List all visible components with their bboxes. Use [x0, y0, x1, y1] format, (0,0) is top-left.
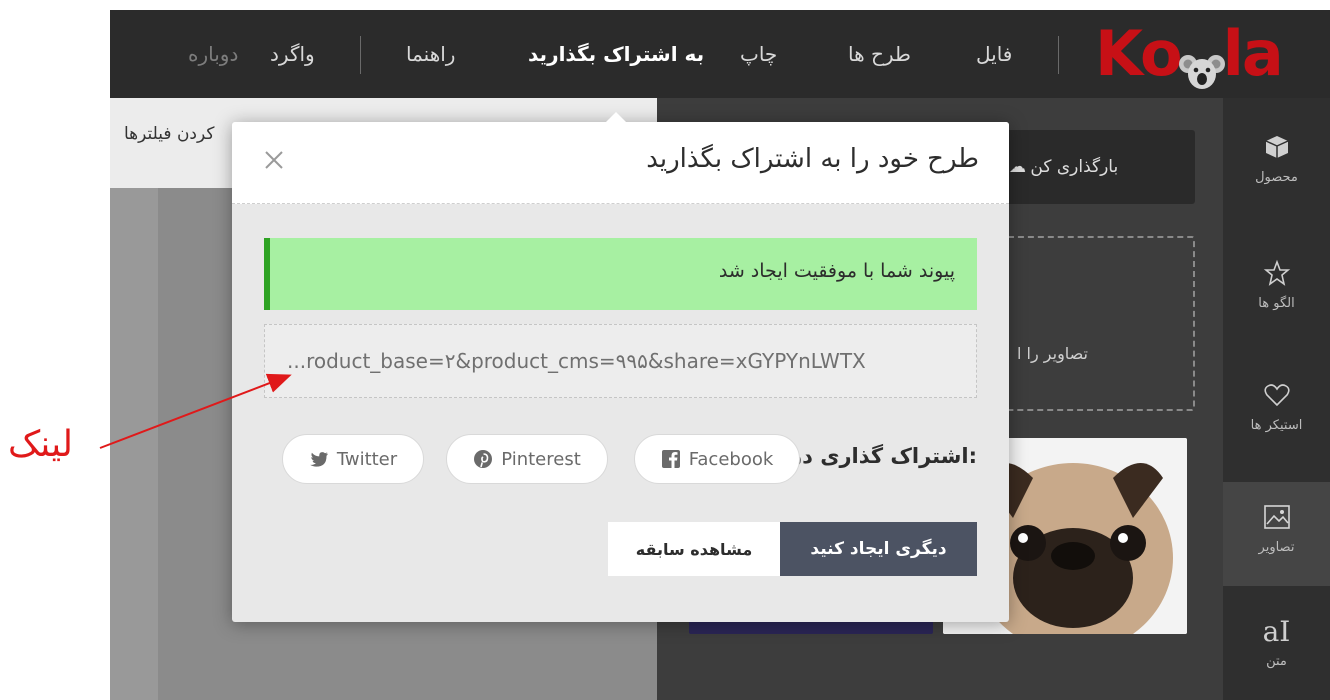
twitter-icon [310, 452, 328, 467]
sidebar-item-label: محصول [1255, 170, 1298, 185]
sidebar-item-templates[interactable]: الگو ها [1223, 238, 1330, 342]
create-another-button[interactable]: دیگری ایجاد کنید [780, 522, 977, 576]
logo-text-left: Ko [1095, 17, 1183, 90]
pinterest-label: Pinterest [501, 448, 581, 470]
filter-toggle[interactable]: کردن فیلترها [124, 124, 214, 144]
close-icon[interactable] [258, 144, 290, 176]
file-menu[interactable]: فایل [976, 10, 1012, 98]
menu-divider [1058, 36, 1059, 74]
text-icon: aI [1262, 614, 1291, 648]
sidebar-item-product[interactable]: محصول [1223, 112, 1330, 216]
image-icon [1223, 502, 1330, 532]
sidebar-item-label: الگو ها [1258, 296, 1295, 311]
share-on-label: اشتراک گذاری در: [790, 444, 977, 468]
modal-title: طرح خود را به اشتراک بگذارید [646, 144, 979, 174]
facebook-label: Facebook [688, 448, 774, 470]
designs-menu[interactable]: طرح ها [848, 10, 911, 98]
canvas-ruler [110, 188, 158, 700]
redo-button[interactable]: دوباره [188, 10, 238, 98]
sidebar-item-label: استیکر ها [1250, 418, 1303, 433]
facebook-icon [661, 450, 680, 468]
sidebar-item-text[interactable]: aI متن [1223, 596, 1330, 700]
upload-label: بارگذاری کن [1030, 157, 1119, 177]
cloud-upload-icon: ☁ [1009, 157, 1026, 177]
tool-sidebar: محصول الگو ها استیکر ها تصاویر aI متن [1223, 98, 1330, 700]
twitter-share-button[interactable]: Twitter [282, 434, 424, 484]
success-alert: پیوند شما با موفقیت ایجاد شد [264, 238, 977, 310]
facebook-share-button[interactable]: Facebook [634, 434, 800, 484]
star-icon [1223, 258, 1330, 288]
heart-icon [1223, 380, 1330, 410]
modal-header: طرح خود را به اشتراک بگذارید [232, 122, 1009, 204]
pinterest-icon [474, 450, 493, 468]
menu-divider [360, 36, 361, 74]
image-dropzone[interactable] [995, 236, 1195, 411]
sidebar-item-images[interactable]: تصاویر [1223, 482, 1330, 586]
koala-icon [1178, 37, 1225, 89]
cube-icon [1223, 132, 1330, 162]
view-history-button[interactable]: مشاهده سابقه [608, 522, 780, 576]
share-link-field[interactable]: ...roduct_base=۲&product_cms=۹۹۵&share=x… [264, 324, 977, 398]
share-menu[interactable]: به اشتراک بگذارید [528, 10, 704, 98]
top-navbar: دوباره واگرد راهنما به اشتراک بگذارید چا… [110, 10, 1330, 98]
success-message: پیوند شما با موفقیت ایجاد شد [718, 260, 955, 282]
sidebar-item-label: متن [1266, 654, 1287, 669]
koala-logo[interactable]: Ko la [1095, 17, 1284, 90]
print-menu[interactable]: چاپ [740, 10, 777, 98]
twitter-label: Twitter [336, 448, 398, 470]
upload-button[interactable]: ☁ بارگذاری کن [995, 130, 1195, 204]
sidebar-item-label: تصاویر [1258, 540, 1295, 555]
undo-button[interactable]: واگرد [270, 10, 315, 98]
modal-pointer [606, 112, 626, 122]
annotation-label: لینک [8, 424, 73, 465]
dropzone-text: تصاویر را ا [1017, 344, 1088, 363]
share-design-modal: طرح خود را به اشتراک بگذارید پیوند شما ب… [232, 112, 1009, 622]
pinterest-share-button[interactable]: Pinterest [446, 434, 608, 484]
logo-text-right: la [1222, 17, 1284, 90]
help-menu[interactable]: راهنما [406, 10, 455, 98]
sidebar-item-stickers[interactable]: استیکر ها [1223, 360, 1330, 464]
